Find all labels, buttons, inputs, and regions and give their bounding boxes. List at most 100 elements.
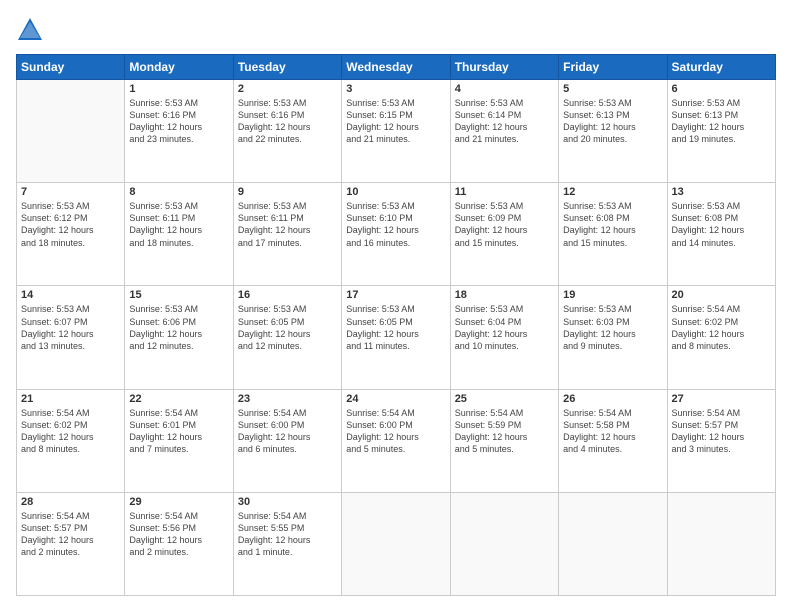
- calendar-cell: 3Sunrise: 5:53 AM Sunset: 6:15 PM Daylig…: [342, 80, 450, 183]
- calendar-cell: 14 Sunrise: 5:53 AM Sunset: 6:07 PM Dayli…: [17, 286, 125, 389]
- day-info: Sunrise: 5:54 AM Sunset: 5:56 PM Dayligh…: [129, 510, 228, 559]
- day-number: 17: [346, 289, 445, 301]
- calendar-header-row: SundayMondayTuesdayWednesdayThursdayFrid…: [17, 55, 776, 80]
- day-info: Sunrise: 5:53 AM Sunset: 6:11 PM Dayligh…: [129, 200, 228, 249]
- day-number: 19: [563, 289, 662, 301]
- day-info: Sunrise: 5:53 AM Sunset: 6:10 PM Dayligh…: [346, 200, 445, 249]
- day-number: 23: [238, 393, 337, 405]
- day-info: Sunrise: 5:53 AM Sunset: 6:07 PM Dayligh…: [21, 303, 120, 352]
- calendar-header-thursday: Thursday: [450, 55, 558, 80]
- calendar-cell: 16 Sunrise: 5:53 AM Sunset: 6:05 PM Dayli…: [233, 286, 341, 389]
- calendar-cell: 1 Sunrise: 5:53 AM Sunset: 6:16 PM Daylig…: [125, 80, 233, 183]
- day-info: Sunrise: 5:54 AM Sunset: 6:02 PM Dayligh…: [21, 407, 120, 456]
- calendar-cell: [667, 492, 775, 595]
- day-number: 9: [238, 186, 337, 198]
- calendar-cell: [450, 492, 558, 595]
- day-number: 12: [563, 186, 662, 198]
- calendar-cell: 2 Sunrise: 5:53 AM Sunset: 6:16 PM Daylig…: [233, 80, 341, 183]
- calendar-cell: 28Sunrise: 5:54 AM Sunset: 5:57 PM Dayli…: [17, 492, 125, 595]
- logo: [16, 16, 48, 44]
- calendar-cell: 27 Sunrise: 5:54 AM Sunset: 5:57 PM Dayli…: [667, 389, 775, 492]
- calendar-week-row: 7Sunrise: 5:53 AM Sunset: 6:12 PM Daylig…: [17, 183, 776, 286]
- calendar-cell: 23 Sunrise: 5:54 AM Sunset: 6:00 PM Dayli…: [233, 389, 341, 492]
- day-info: Sunrise: 5:54 AM Sunset: 5:59 PM Dayligh…: [455, 407, 554, 456]
- day-info: Sunrise: 5:53 AM Sunset: 6:15 PM Dayligh…: [346, 97, 445, 146]
- calendar-cell: 30 Sunrise: 5:54 AM Sunset: 5:55 PM Dayli…: [233, 492, 341, 595]
- calendar-cell: [559, 492, 667, 595]
- day-number: 20: [672, 289, 771, 301]
- calendar-header-sunday: Sunday: [17, 55, 125, 80]
- day-number: 21: [21, 393, 120, 405]
- day-number: 27: [672, 393, 771, 405]
- calendar-cell: 29 Sunrise: 5:54 AM Sunset: 5:56 PM Dayli…: [125, 492, 233, 595]
- calendar-cell: 26 Sunrise: 5:54 AM Sunset: 5:58 PM Dayli…: [559, 389, 667, 492]
- day-number: 13: [672, 186, 771, 198]
- day-info: Sunrise: 5:53 AM Sunset: 6:16 PM Dayligh…: [129, 97, 228, 146]
- day-info: Sunrise: 5:53 AM Sunset: 6:09 PM Dayligh…: [455, 200, 554, 249]
- day-number: 2: [238, 83, 337, 95]
- calendar-week-row: 21 Sunrise: 5:54 AM Sunset: 6:02 PM Dayli…: [17, 389, 776, 492]
- day-number: 25: [455, 393, 554, 405]
- calendar-cell: 25 Sunrise: 5:54 AM Sunset: 5:59 PM Dayli…: [450, 389, 558, 492]
- day-info: Sunrise: 5:53 AM Sunset: 6:06 PM Dayligh…: [129, 303, 228, 352]
- calendar-cell: 21 Sunrise: 5:54 AM Sunset: 6:02 PM Dayli…: [17, 389, 125, 492]
- day-info: Sunrise: 5:53 AM Sunset: 6:14 PM Dayligh…: [455, 97, 554, 146]
- calendar-cell: 20 Sunrise: 5:54 AM Sunset: 6:02 PM Dayli…: [667, 286, 775, 389]
- day-info: Sunrise: 5:54 AM Sunset: 6:00 PM Dayligh…: [346, 407, 445, 456]
- calendar-cell: 24Sunrise: 5:54 AM Sunset: 6:00 PM Dayli…: [342, 389, 450, 492]
- calendar-week-row: 28Sunrise: 5:54 AM Sunset: 5:57 PM Dayli…: [17, 492, 776, 595]
- calendar-cell: 13Sunrise: 5:53 AM Sunset: 6:08 PM Dayli…: [667, 183, 775, 286]
- day-info: Sunrise: 5:54 AM Sunset: 6:02 PM Dayligh…: [672, 303, 771, 352]
- day-info: Sunrise: 5:54 AM Sunset: 5:57 PM Dayligh…: [672, 407, 771, 456]
- day-number: 11: [455, 186, 554, 198]
- day-info: Sunrise: 5:53 AM Sunset: 6:03 PM Dayligh…: [563, 303, 662, 352]
- calendar-cell: 18 Sunrise: 5:53 AM Sunset: 6:04 PM Dayli…: [450, 286, 558, 389]
- calendar-cell: [342, 492, 450, 595]
- calendar-cell: 11 Sunrise: 5:53 AM Sunset: 6:09 PM Dayli…: [450, 183, 558, 286]
- day-info: Sunrise: 5:53 AM Sunset: 6:13 PM Dayligh…: [672, 97, 771, 146]
- calendar-cell: [17, 80, 125, 183]
- calendar-header-wednesday: Wednesday: [342, 55, 450, 80]
- day-info: Sunrise: 5:53 AM Sunset: 6:05 PM Dayligh…: [238, 303, 337, 352]
- day-info: Sunrise: 5:53 AM Sunset: 6:08 PM Dayligh…: [563, 200, 662, 249]
- calendar-cell: 6 Sunrise: 5:53 AM Sunset: 6:13 PM Daylig…: [667, 80, 775, 183]
- day-number: 6: [672, 83, 771, 95]
- logo-icon: [16, 16, 44, 44]
- calendar-cell: 8 Sunrise: 5:53 AM Sunset: 6:11 PM Daylig…: [125, 183, 233, 286]
- day-number: 16: [238, 289, 337, 301]
- calendar-week-row: 14 Sunrise: 5:53 AM Sunset: 6:07 PM Dayli…: [17, 286, 776, 389]
- day-number: 22: [129, 393, 228, 405]
- calendar-header-saturday: Saturday: [667, 55, 775, 80]
- day-info: Sunrise: 5:54 AM Sunset: 6:00 PM Dayligh…: [238, 407, 337, 456]
- day-info: Sunrise: 5:53 AM Sunset: 6:13 PM Dayligh…: [563, 97, 662, 146]
- day-number: 7: [21, 186, 120, 198]
- day-info: Sunrise: 5:53 AM Sunset: 6:05 PM Dayligh…: [346, 303, 445, 352]
- day-number: 14: [21, 289, 120, 301]
- day-info: Sunrise: 5:53 AM Sunset: 6:16 PM Dayligh…: [238, 97, 337, 146]
- day-number: 26: [563, 393, 662, 405]
- calendar-week-row: 1 Sunrise: 5:53 AM Sunset: 6:16 PM Daylig…: [17, 80, 776, 183]
- calendar-cell: 22 Sunrise: 5:54 AM Sunset: 6:01 PM Dayli…: [125, 389, 233, 492]
- day-number: 10: [346, 186, 445, 198]
- calendar-cell: 12 Sunrise: 5:53 AM Sunset: 6:08 PM Dayli…: [559, 183, 667, 286]
- day-number: 30: [238, 496, 337, 508]
- day-number: 29: [129, 496, 228, 508]
- calendar-cell: 10 Sunrise: 5:53 AM Sunset: 6:10 PM Dayli…: [342, 183, 450, 286]
- page: SundayMondayTuesdayWednesdayThursdayFrid…: [0, 0, 792, 612]
- day-number: 1: [129, 83, 228, 95]
- calendar-cell: 17 Sunrise: 5:53 AM Sunset: 6:05 PM Dayli…: [342, 286, 450, 389]
- calendar-cell: 15Sunrise: 5:53 AM Sunset: 6:06 PM Dayli…: [125, 286, 233, 389]
- day-number: 5: [563, 83, 662, 95]
- day-number: 8: [129, 186, 228, 198]
- day-number: 4: [455, 83, 554, 95]
- day-info: Sunrise: 5:54 AM Sunset: 5:55 PM Dayligh…: [238, 510, 337, 559]
- calendar-cell: 5 Sunrise: 5:53 AM Sunset: 6:13 PM Daylig…: [559, 80, 667, 183]
- calendar-header-friday: Friday: [559, 55, 667, 80]
- day-info: Sunrise: 5:54 AM Sunset: 6:01 PM Dayligh…: [129, 407, 228, 456]
- day-number: 18: [455, 289, 554, 301]
- day-info: Sunrise: 5:53 AM Sunset: 6:04 PM Dayligh…: [455, 303, 554, 352]
- day-info: Sunrise: 5:54 AM Sunset: 5:58 PM Dayligh…: [563, 407, 662, 456]
- day-info: Sunrise: 5:53 AM Sunset: 6:11 PM Dayligh…: [238, 200, 337, 249]
- day-info: Sunrise: 5:54 AM Sunset: 5:57 PM Dayligh…: [21, 510, 120, 559]
- calendar-cell: 7Sunrise: 5:53 AM Sunset: 6:12 PM Daylig…: [17, 183, 125, 286]
